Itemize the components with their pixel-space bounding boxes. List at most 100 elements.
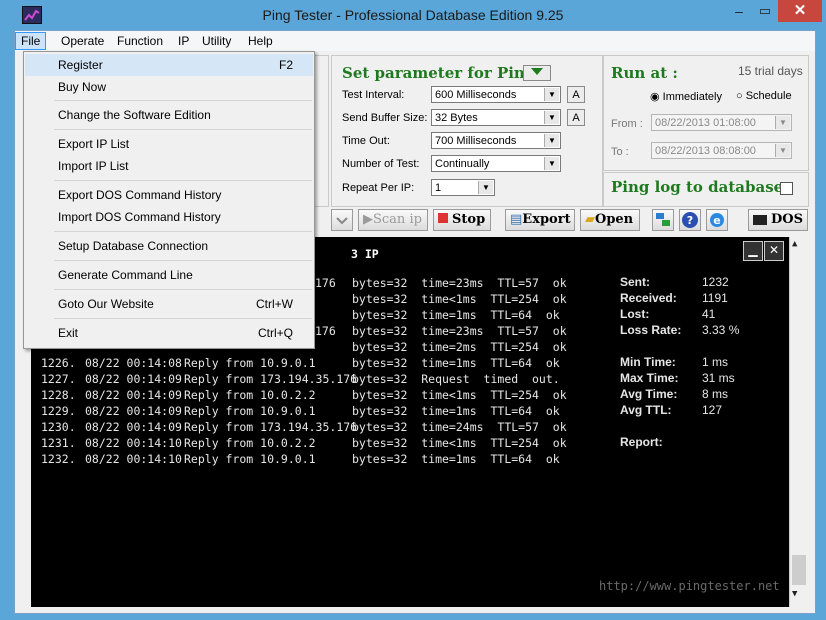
schedule-radio[interactable]: ○ Schedule <box>736 90 792 102</box>
menu-item-label: Buy Now <box>58 80 107 94</box>
scroll-down-icon[interactable]: ▼ <box>792 589 797 599</box>
export-button[interactable]: ▤Export <box>505 209 575 231</box>
immediately-radio[interactable]: ◉ Immediately <box>650 90 722 103</box>
menu-item-import-dos-history[interactable]: Import DOS Command History <box>25 206 313 228</box>
menu-item-label: Export DOS Command History <box>58 188 222 202</box>
minimize-icon: ▁ <box>748 243 758 257</box>
row-number: 1231. <box>41 436 76 450</box>
ip-count-header: 3 IP <box>351 247 379 261</box>
menu-item-exit[interactable]: Exit Ctrl+Q <box>25 322 313 344</box>
console-close-button[interactable]: ✕ <box>764 241 784 261</box>
chevron-down-icon: ▼ <box>544 88 559 101</box>
result-text: bytes=32 time=1ms TTL=64 ok <box>352 452 560 466</box>
stat-avg-time-value: 8 ms <box>702 387 729 401</box>
menu-ip[interactable]: IP <box>173 33 194 49</box>
result-text: bytes=32 time<1ms TTL=254 ok <box>352 436 567 450</box>
row-date: 08/22 00:14:09 <box>85 372 182 386</box>
radio-empty-icon: ○ <box>736 90 746 102</box>
params-header: Set parameter for Ping: <box>342 64 541 82</box>
chevron-down-icon: ▼ <box>544 111 559 124</box>
test-interval-select[interactable]: 600 Milliseconds ▼ <box>431 86 561 103</box>
row-date: 08/22 00:14:09 <box>85 420 182 434</box>
window-title: Ping Tester - Professional Database Edit… <box>262 7 564 23</box>
menu-item-export-ip-list[interactable]: Export IP List <box>25 133 313 155</box>
to-label: To : <box>611 146 629 158</box>
from-date-picker[interactable]: 08/22/2013 01:08:00 ▼ <box>651 114 792 131</box>
reply-text: Reply from 10.0.2.2 <box>184 388 316 402</box>
menu-item-label: Setup Database Connection <box>58 239 209 253</box>
export-label: Export <box>522 212 571 227</box>
params-collapse-button[interactable] <box>523 65 551 81</box>
result-text: bytes=32 time=2ms TTL=254 ok <box>352 340 567 354</box>
schedule-label: Schedule <box>745 90 792 102</box>
file-menu-dropdown: Register F2 Buy Now Change the Software E… <box>23 51 315 349</box>
time-out-select[interactable]: 700 Milliseconds ▼ <box>431 132 561 149</box>
to-date-picker[interactable]: 08/22/2013 08:08:00 ▼ <box>651 142 792 159</box>
website-footer: http://www.pingtester.net <box>599 579 780 593</box>
minimize-button[interactable]: – <box>726 2 752 22</box>
result-text: bytes=32 time=23ms TTL=57 ok <box>352 324 567 338</box>
menu-item-register[interactable]: Register F2 <box>25 54 313 76</box>
repeat-per-ip-select[interactable]: 1 ▼ <box>431 179 495 196</box>
maximize-button[interactable]: ▭ <box>752 2 778 22</box>
menu-item-import-ip-list[interactable]: Import IP List <box>25 155 313 177</box>
ping-log-checkbox[interactable] <box>780 182 793 195</box>
title-bar[interactable]: Ping Tester - Professional Database Edit… <box>0 0 826 30</box>
svg-text:e: e <box>713 214 720 227</box>
dos-button[interactable]: DOS <box>748 209 808 231</box>
menu-separator <box>54 180 312 181</box>
console-scrollbar[interactable]: ▲ ▼ <box>789 237 808 607</box>
menu-item-change-edition[interactable]: Change the Software Edition <box>25 104 313 126</box>
terminal-icon <box>753 214 767 225</box>
menu-bar: File Operate Function IP Utility Help <box>15 31 815 51</box>
menu-item-label: Import DOS Command History <box>58 210 221 224</box>
dropdown-arrow-button[interactable] <box>331 209 353 231</box>
export-icon: ▤ <box>510 212 523 227</box>
trial-days-text: 15 trial days <box>738 64 803 78</box>
close-button[interactable]: ✕ <box>778 0 822 22</box>
menu-item-buy-now[interactable]: Buy Now <box>25 76 313 98</box>
web-button[interactable]: e <box>706 209 728 231</box>
menu-file[interactable]: File <box>15 32 47 50</box>
menu-item-setup-database[interactable]: Setup Database Connection <box>25 235 313 257</box>
result-text: bytes=32 time=1ms TTL=64 ok <box>352 356 560 370</box>
row-date: 08/22 00:14:09 <box>85 404 182 418</box>
row-date: 08/22 00:14:10 <box>85 452 182 466</box>
chevron-down-icon: ▼ <box>478 181 493 194</box>
scroll-up-icon[interactable]: ▲ <box>792 239 797 249</box>
chevron-down-icon: ▼ <box>775 144 790 157</box>
result-text: bytes=32 time=23ms TTL=57 ok <box>352 276 567 290</box>
reply-text: Reply from 10.9.0.1 <box>184 404 316 418</box>
menu-utility[interactable]: Utility <box>197 33 236 49</box>
network-button[interactable] <box>652 209 674 231</box>
menu-help[interactable]: Help <box>243 33 278 49</box>
menu-separator <box>54 100 312 101</box>
menu-item-label: Generate Command Line <box>58 268 193 282</box>
stat-avg-time-label: Avg Time: <box>620 387 678 401</box>
menu-item-goto-website[interactable]: Goto Our Website Ctrl+W <box>25 293 313 315</box>
open-button[interactable]: ▰Open <box>580 209 640 231</box>
number-of-test-select[interactable]: Continually ▼ <box>431 155 561 172</box>
scan-ip-button[interactable]: ▶Scan ip <box>358 209 428 231</box>
reply-text: Reply from 10.9.0.1 <box>184 452 316 466</box>
menu-item-shortcut: Ctrl+Q <box>257 326 293 340</box>
menu-operate[interactable]: Operate <box>56 33 109 49</box>
send-buffer-a-button[interactable]: A <box>567 109 585 126</box>
row-number: 1228. <box>41 388 76 402</box>
menu-separator <box>54 231 312 232</box>
menu-item-export-dos-history[interactable]: Export DOS Command History <box>25 184 313 206</box>
console-minimize-button[interactable]: ▁ <box>743 241 763 261</box>
number-of-test-value: Continually <box>435 158 490 170</box>
menu-item-label: Goto Our Website <box>58 297 154 311</box>
menu-item-generate-command-line[interactable]: Generate Command Line <box>25 264 313 286</box>
stop-icon <box>438 213 448 223</box>
help-button[interactable]: ? <box>679 209 701 231</box>
stop-button[interactable]: Stop <box>433 209 491 231</box>
ping-parameters-panel: Set parameter for Ping: Test Interval: 6… <box>331 55 603 207</box>
test-interval-a-button[interactable]: A <box>567 86 585 103</box>
scroll-thumb[interactable] <box>792 555 806 585</box>
to-date-value: 08/22/2013 08:08:00 <box>655 145 756 157</box>
send-buffer-select[interactable]: 32 Bytes ▼ <box>431 109 561 126</box>
menu-function[interactable]: Function <box>112 33 168 49</box>
immediately-label: Immediately <box>662 91 722 103</box>
